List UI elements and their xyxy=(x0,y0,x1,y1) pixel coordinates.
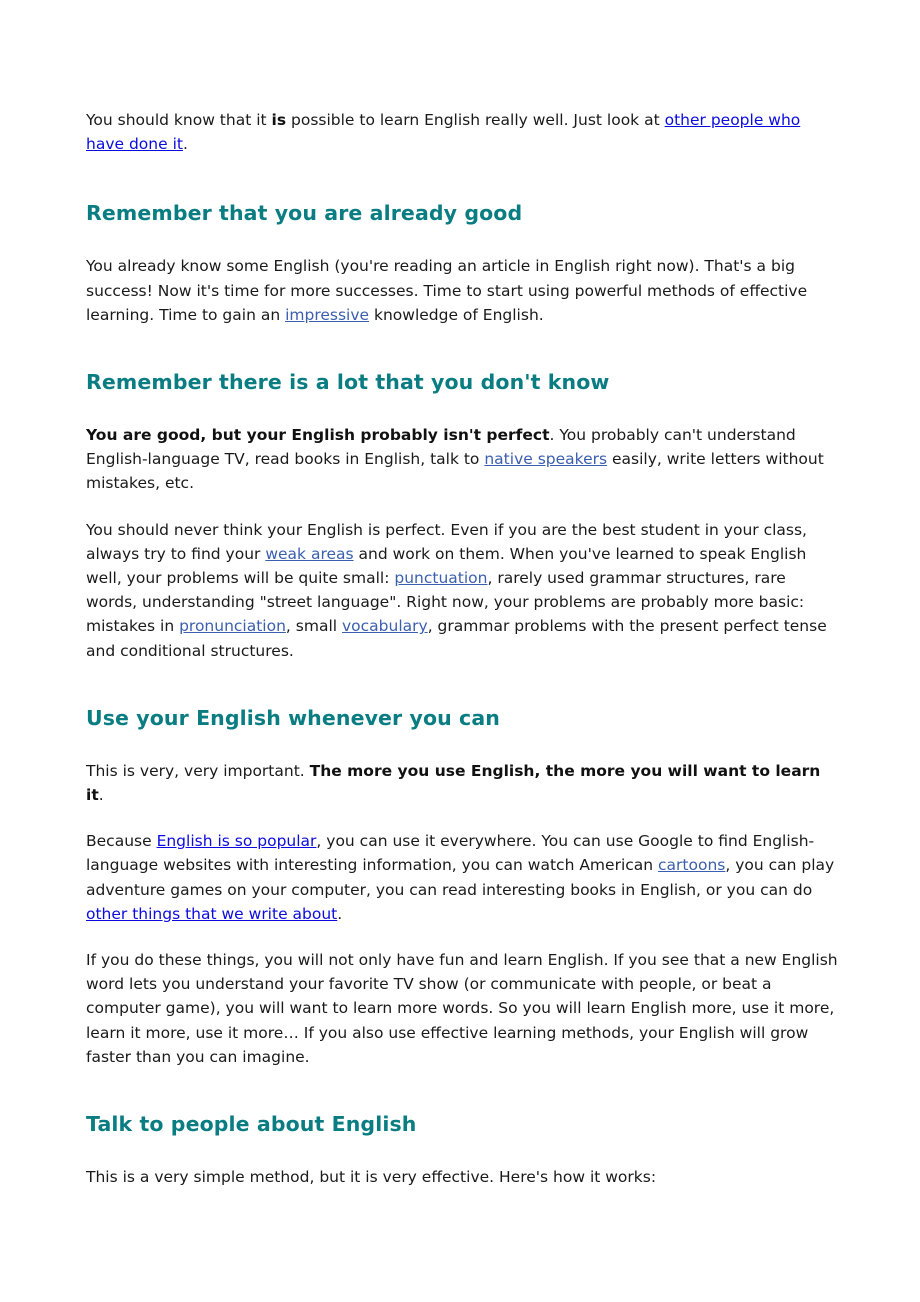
s2-p2-text-4: , small xyxy=(285,617,342,636)
section-3-paragraph-1: This is very, very important. The more y… xyxy=(86,759,840,807)
article-body: You should know that it is possible to l… xyxy=(86,108,840,1189)
section-3-heading-block: Use your English whenever you can xyxy=(86,705,840,731)
intro-text-3: . xyxy=(182,135,188,154)
section-3-paragraph-3: If you do these things, you will not onl… xyxy=(86,951,838,1066)
section-4-paragraph-1: This is a very simple method, but it is … xyxy=(86,1168,657,1187)
section-2-paragraph-2: You should never think your English is p… xyxy=(86,518,840,663)
s3-p2-text-4: . xyxy=(337,904,343,923)
section-4-heading-block: Talk to people about English xyxy=(86,1111,840,1137)
s3-p2-text-1: Because xyxy=(86,832,157,851)
section-3-heading: Use your English whenever you can xyxy=(86,705,500,730)
s3-p1-text-2: . xyxy=(98,786,104,805)
link-pronunciation[interactable]: pronunciation xyxy=(179,617,286,635)
intro-paragraph: You should know that it is possible to l… xyxy=(86,108,840,156)
section-2-heading: Remember there is a lot that you don't k… xyxy=(86,370,610,395)
article-page: You should know that it is possible to l… xyxy=(0,0,920,1189)
s3-p1-text-1: This is very, very important. xyxy=(86,761,310,780)
s2-p1-emphasis: You are good, but your English probably … xyxy=(86,426,550,445)
section-1-heading-block: Remember that you are already good xyxy=(86,200,840,226)
section-4-heading: Talk to people about English xyxy=(86,1112,417,1137)
link-impressive[interactable]: impressive xyxy=(285,306,369,324)
section-3-paragraph-2: Because English is so popular, you can u… xyxy=(86,829,840,926)
link-cartoons[interactable]: cartoons xyxy=(658,856,725,874)
section-2-heading-block: Remember there is a lot that you don't k… xyxy=(86,369,840,395)
section-1-heading: Remember that you are already good xyxy=(86,201,523,226)
link-punctuation[interactable]: punctuation xyxy=(394,569,487,587)
link-weak-areas[interactable]: weak areas xyxy=(265,545,353,563)
intro-text-1: You should know that it xyxy=(86,111,272,129)
link-other-things-that-we-write-about[interactable]: other things that we write about xyxy=(86,905,337,923)
link-english-is-so-popular[interactable]: English is so popular xyxy=(157,832,317,850)
section-1-paragraph-1: You already know some English (you're re… xyxy=(86,254,840,327)
link-vocabulary[interactable]: vocabulary xyxy=(342,617,428,635)
intro-emphasis-is: is xyxy=(271,111,287,129)
intro-text-2: possible to learn English really well. J… xyxy=(286,111,665,129)
section-2-paragraph-1: You are good, but your English probably … xyxy=(86,423,840,496)
s1-p1-text-2: knowledge of English. xyxy=(369,305,544,324)
link-native-speakers[interactable]: native speakers xyxy=(484,450,607,468)
